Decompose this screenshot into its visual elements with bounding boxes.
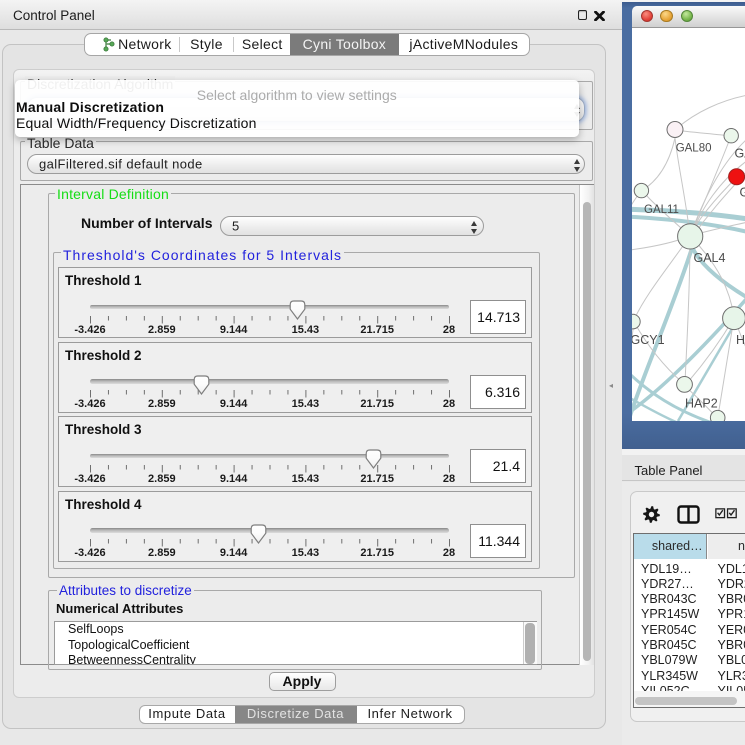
svg-text:H: H	[736, 333, 745, 347]
svg-text:G: G	[740, 186, 745, 200]
svg-text:GAL11: GAL11	[644, 204, 679, 216]
svg-text:GCY1: GCY1	[632, 333, 665, 347]
svg-text:GA: GA	[735, 147, 745, 161]
svg-text:GAL4: GAL4	[694, 251, 726, 265]
svg-text:HAP2: HAP2	[685, 397, 718, 411]
svg-text:GAL80: GAL80	[676, 143, 712, 155]
